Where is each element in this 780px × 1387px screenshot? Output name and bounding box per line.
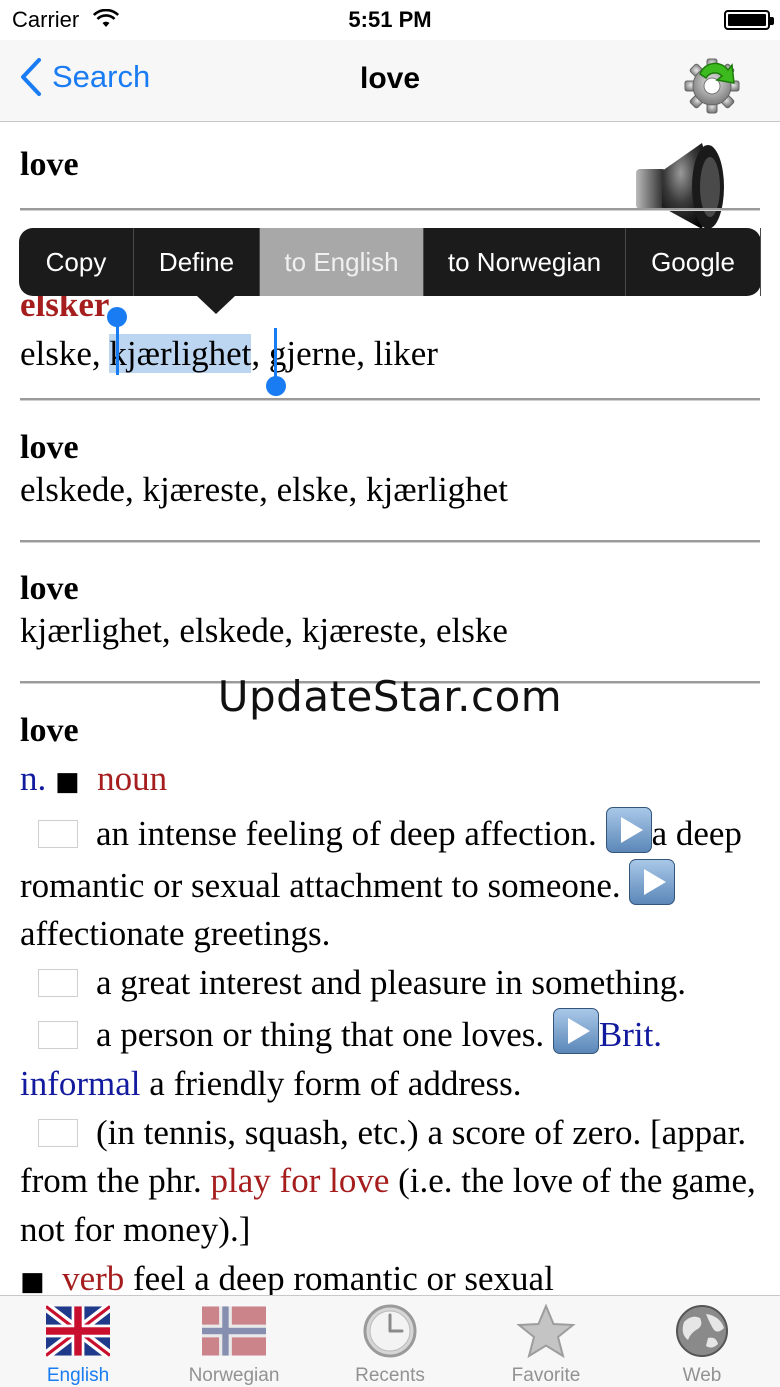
selection-start-handle[interactable]: [116, 319, 119, 375]
checkbox[interactable]: [38, 819, 78, 848]
bullet-square-icon: ■: [20, 1266, 45, 1295]
entry: love elskede, kjæreste, elske, kjærlighe…: [20, 428, 760, 512]
uk-flag-icon: [43, 1302, 113, 1360]
divider: [20, 540, 760, 543]
sense: a person or thing that one loves. Brit. …: [20, 1007, 765, 1109]
play-icon[interactable]: [605, 806, 652, 853]
divider: [20, 208, 760, 211]
headword: love: [20, 429, 79, 466]
pos-label: noun: [97, 759, 168, 798]
tab-web[interactable]: Web: [624, 1296, 780, 1387]
translation-line[interactable]: elske, kjærlighet, gjerne, liker: [20, 332, 760, 376]
tab-label: Web: [682, 1365, 722, 1386]
tab-label: English: [46, 1365, 110, 1386]
tab-norwegian[interactable]: Norwegian: [156, 1296, 312, 1387]
tab-bar: English Norwegian Recents Favorite Web: [0, 1295, 780, 1387]
pos-abbreviation: n.: [20, 759, 47, 798]
checkbox[interactable]: [38, 1020, 78, 1049]
bullet-square-icon: ■: [55, 767, 80, 797]
headword: love: [20, 570, 79, 607]
definition-block: n. ■ noun an intense feeling of deep aff…: [20, 755, 765, 1295]
callout-arrow: [197, 296, 235, 314]
sense-text: (in tennis, squash, etc.) a score of zer…: [96, 1112, 642, 1152]
sense-text: an intense feeling of deep affection.: [96, 813, 597, 853]
entry: love kjærlighet, elskede, kjæreste, elsk…: [20, 569, 760, 653]
tab-label: Favorite: [511, 1365, 581, 1386]
norway-flag-icon: [202, 1304, 266, 1358]
page-title: love: [359, 62, 421, 95]
selected-word[interactable]: kjærlighet: [109, 334, 252, 373]
sense-text: a: [651, 813, 668, 853]
battery-icon: [724, 10, 774, 30]
etymology-phrase: play for love: [210, 1161, 390, 1201]
tab-label: Norwegian: [188, 1365, 280, 1386]
menu-item-copy[interactable]: Copy: [19, 228, 134, 296]
translation-text: elskede, kjæreste, elske, kjærlighet: [20, 470, 508, 509]
status-bar: Carrier 5:51 PM: [0, 0, 780, 40]
sense-text: a person or thing that one loves.: [96, 1014, 545, 1054]
sense: a great interest and pleasure in somethi…: [20, 959, 765, 1008]
settings-refresh-icon[interactable]: [682, 52, 744, 114]
sense-text: affectionate greetings.: [20, 914, 331, 954]
play-icon[interactable]: [629, 858, 676, 905]
play-icon[interactable]: [552, 1007, 599, 1054]
sense-text: feel a deep romantic or sexual: [133, 1258, 554, 1295]
sense: an intense feeling of deep affection. a …: [20, 806, 765, 959]
translation-text: elske,: [20, 334, 110, 373]
clock-time: 5:51 PM: [348, 7, 432, 32]
pos-label: verb: [62, 1258, 125, 1295]
tab-english[interactable]: English: [0, 1296, 156, 1387]
sense-text: a great interest and pleasure in somethi…: [96, 963, 686, 1003]
menu-item-google[interactable]: Google: [626, 228, 761, 296]
translation-text: kjærlighet, elskede, kjæreste, elske: [20, 611, 508, 650]
globe-icon: [670, 1304, 734, 1358]
star-icon: [514, 1303, 578, 1359]
menu-item-define[interactable]: Define: [134, 228, 260, 296]
tab-recents[interactable]: Recents: [312, 1296, 468, 1387]
clock-icon: [358, 1304, 422, 1358]
speaker-icon[interactable]: [632, 137, 736, 233]
menu-item-to-norwegian[interactable]: to Norwegian: [424, 228, 626, 296]
tab-favorite[interactable]: Favorite: [468, 1296, 624, 1387]
tab-label: Recents: [355, 1365, 425, 1386]
navigation-bar: Search love: [0, 40, 780, 122]
checkbox[interactable]: [38, 1118, 78, 1147]
menu-item-to-english[interactable]: to English: [260, 228, 424, 296]
divider: [20, 398, 760, 401]
translation-text: , gjerne, liker: [251, 334, 438, 373]
watermark: UpdateStar.com: [217, 672, 563, 721]
selection-end-knob[interactable]: [266, 376, 286, 396]
edit-callout-menu: Copy Define to English to Norwegian Goog…: [19, 228, 761, 314]
sense: (in tennis, squash, etc.) a score of zer…: [20, 1109, 765, 1255]
part-of-speech-line: n. ■ noun: [20, 755, 765, 807]
selection-start-knob[interactable]: [107, 307, 127, 327]
checkbox[interactable]: [38, 969, 78, 998]
part-of-speech-line: ■ verb feel a deep romantic or sexual: [20, 1255, 765, 1295]
sense-text: a friendly form of address.: [149, 1063, 522, 1103]
